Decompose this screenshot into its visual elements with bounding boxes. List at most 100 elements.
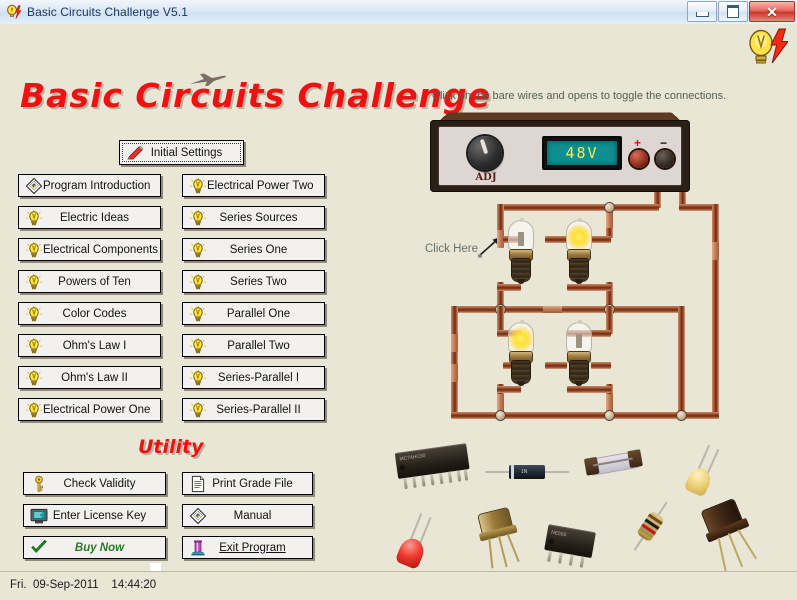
status-datetime: Fri. 09-Sep-2011 14:44:20 [10,579,157,591]
to-5-transistor [692,493,773,579]
button-buy-now[interactable]: Buy Now [23,536,166,559]
wire-segment[interactable] [567,284,611,291]
bulb-screw-base [512,361,530,386]
button-electrical-power-one[interactable]: Electrical Power One [18,398,161,421]
positive-terminal-post[interactable] [630,150,648,168]
adjust-knob[interactable] [468,136,502,170]
button-series-parallel-2[interactable]: Series-Parallel II [182,398,325,421]
button-series-two[interactable]: Series Two [182,270,325,293]
button-parallel-one[interactable]: Parallel One [182,302,325,325]
title-bar: Basic Circuits Challenge V5.1 ✕ [0,0,797,25]
button-program-introduction[interactable]: Program Introduction [18,174,161,197]
button-color-codes[interactable]: Color Codes [18,302,161,325]
button-print-grade-file[interactable]: Print Grade File [182,472,313,495]
button-parallel-two[interactable]: Parallel Two [182,334,325,357]
bulb-icon [25,401,43,419]
button-ohms-law-1[interactable]: Ohm's Law I [18,334,161,357]
application-window: Basic Circuits Challenge V5.1 ✕ Basic Ci… [0,0,797,600]
button-manual[interactable]: Manual [182,504,313,527]
close-button[interactable]: ✕ [749,1,795,22]
diamond-color-icon [25,177,43,195]
utility-heading: Utility [138,436,204,458]
window-body: Basic Circuits Challenge Initial Setting… [0,24,797,600]
dip-ic-16pin: MC74HC00 [394,443,472,491]
button-label: Electrical Components [43,243,159,256]
lamp-top-right[interactable] [562,218,596,284]
button-powers-of-ten[interactable]: Powers of Ten [18,270,161,293]
button-electrical-power-two[interactable]: Electrical Power Two [182,174,325,197]
glass-fuse [582,449,644,477]
status-bar: Fri. 09-Sep-2011 14:44:20 [0,571,797,600]
bulb-icon [189,369,207,387]
button-label: Print Grade File [212,477,293,490]
button-ohms-law-2[interactable]: Ohm's Law II [18,366,161,389]
bulb-icon [25,209,43,227]
bare-wire[interactable] [451,364,458,382]
bulb-filament [518,232,524,246]
maximize-icon [727,5,739,18]
key-icon [30,475,48,493]
button-series-one[interactable]: Series One [182,238,325,261]
bulb-bolt-icon [6,4,22,20]
bare-wire[interactable] [451,334,458,352]
negative-terminal-post[interactable] [656,150,674,168]
maximize-button[interactable] [718,1,748,22]
bulb-icon [25,305,43,323]
wire-segment[interactable] [503,306,543,313]
button-label: Enter License Key [52,509,147,522]
button-label: Parallel One [226,307,291,320]
button-label: Color Codes [62,307,127,320]
wire-segment[interactable] [606,306,684,313]
button-enter-license-key[interactable]: Enter License Key [23,504,166,527]
wire-segment[interactable] [497,284,521,291]
wire-segment[interactable] [497,204,659,211]
button-series-parallel-1[interactable]: Series-Parallel I [182,366,325,389]
psu-front-panel: ADJ 48V + − [430,120,690,192]
bare-wire[interactable] [606,210,613,228]
button-electric-ideas[interactable]: Electric Ideas [18,206,161,229]
circuit-node[interactable] [677,411,686,420]
bulb-icon [189,273,207,291]
bare-wire[interactable] [497,394,504,412]
circuit-node[interactable] [605,411,614,420]
bare-wire[interactable] [712,242,719,260]
bulb-icon [189,241,207,259]
button-label: Parallel Two [227,339,290,352]
button-label: Series One [229,243,288,256]
bulb-icon [189,337,207,355]
lamp-bottom-right[interactable] [562,320,596,386]
circuit-node[interactable] [605,203,614,212]
button-label: Series-Parallel I [217,371,300,384]
lamp-top-left[interactable] [504,218,538,284]
wire-segment[interactable] [562,306,610,313]
minimize-button[interactable] [687,1,717,22]
wire-segment[interactable] [451,306,458,418]
app-logo-bulb-bolt-icon [744,26,789,70]
wire-segment[interactable] [567,386,611,393]
circuit-node[interactable] [496,411,505,420]
exit-door-icon [189,539,207,557]
bulb-tip [578,320,582,324]
voltage-display-frame: 48V [542,136,622,170]
button-electrical-components[interactable]: Electrical Components [18,238,161,261]
initial-settings-label: Initial Settings [150,146,223,159]
bare-wire[interactable] [540,306,564,313]
voltage-display: 48V [547,141,617,165]
button-label: Program Introduction [43,179,151,192]
close-icon: ✕ [766,3,778,20]
lamp-bottom-left[interactable] [504,320,538,386]
wire-segment[interactable] [678,306,685,418]
button-exit-program[interactable]: Exit Program [182,536,313,559]
positive-terminal-label: + [634,136,642,150]
bulb-glow [507,326,535,352]
wire-segment[interactable] [712,204,719,416]
bare-wire[interactable] [606,394,613,412]
initial-settings-button[interactable]: Initial Settings [119,140,244,165]
page-title: Basic Circuits Challenge [20,76,491,115]
button-series-sources[interactable]: Series Sources [182,206,325,229]
wire-segment[interactable] [497,386,521,393]
bulb-icon [25,337,43,355]
window-title: Basic Circuits Challenge V5.1 [27,5,188,19]
button-check-validity[interactable]: Check Validity [23,472,166,495]
dip-ic-8pin: NE555 [542,524,596,570]
